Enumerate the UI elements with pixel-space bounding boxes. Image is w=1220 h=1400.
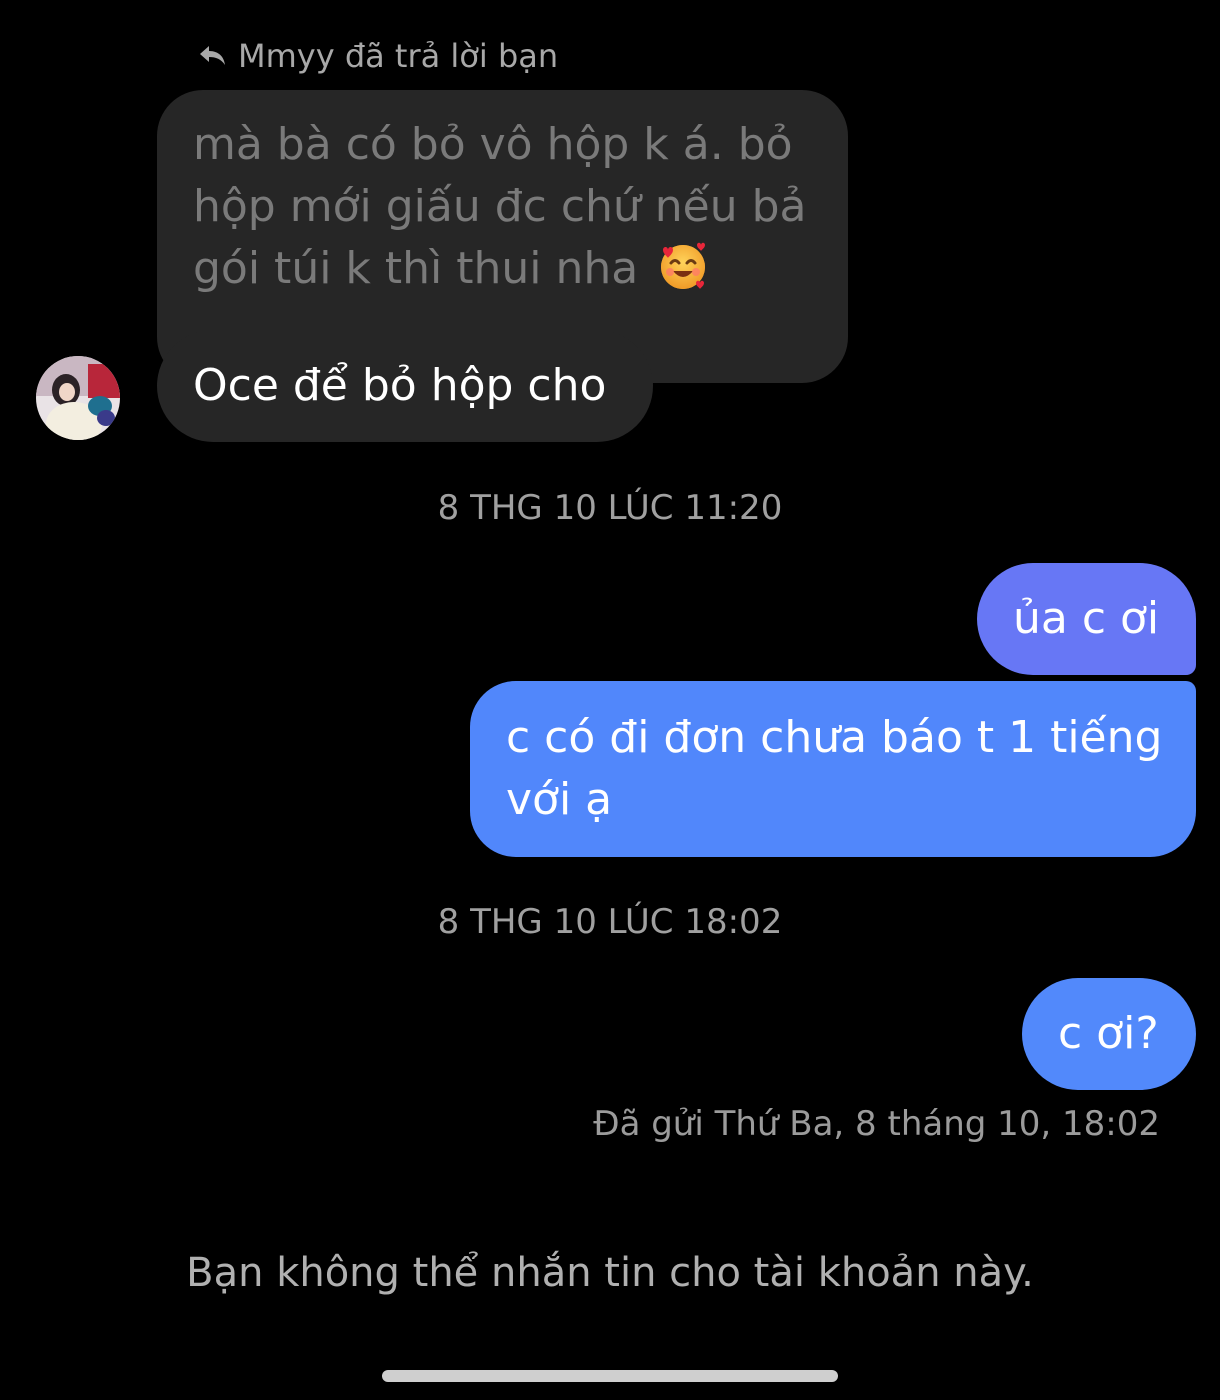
outgoing-message-bubble[interactable]: c ơi?: [1022, 978, 1196, 1090]
incoming-message-bubble[interactable]: Oce để bỏ hộp cho: [157, 330, 653, 442]
cannot-message-notice: Bạn không thể nhắn tin cho tài khoản này…: [186, 1250, 1034, 1296]
sent-status: Đã gửi Thứ Ba, 8 tháng 10, 18:02: [593, 1104, 1160, 1144]
outgoing-message-text: ủa c ơi: [1013, 593, 1160, 644]
outgoing-message-line: với ạ: [506, 774, 613, 825]
incoming-message-text: Oce để bỏ hộp cho: [193, 360, 607, 411]
outgoing-message-line: c có đi đơn chưa báo t 1 tiếng: [506, 712, 1163, 763]
reply-header-text: Mmyy đã trả lời bạn: [238, 37, 559, 75]
home-indicator[interactable]: [382, 1370, 838, 1382]
reply-arrow-icon: [200, 46, 225, 65]
outgoing-message-bubble[interactable]: c có đi đơn chưa báo t 1 tiếng với ạ: [470, 681, 1196, 857]
timestamp-divider: 8 THG 10 LÚC 18:02: [437, 902, 783, 942]
contact-avatar[interactable]: [36, 356, 120, 440]
outgoing-message-text: c ơi?: [1058, 1008, 1159, 1059]
avatar-image: [36, 356, 120, 440]
outgoing-message-bubble[interactable]: ủa c ơi: [977, 563, 1196, 675]
smiling-face-with-hearts-icon: [661, 242, 706, 289]
replied-message-line: gói túi k thì thui nha: [193, 238, 812, 300]
replied-to-header: Mmyy đã trả lời bạn: [198, 34, 558, 78]
timestamp-divider: 8 THG 10 LÚC 11:20: [437, 488, 783, 528]
replied-message-line: hộp mới giấu đc chứ nếu bả: [193, 181, 807, 232]
replied-message-line: mà bà có bỏ vô hộp k á. bỏ: [193, 119, 793, 170]
